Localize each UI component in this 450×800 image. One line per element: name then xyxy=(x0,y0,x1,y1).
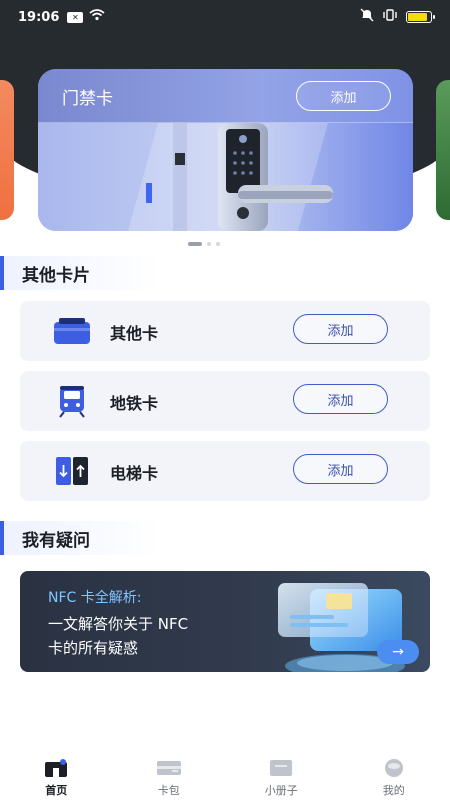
tab-mine-label: 我的 xyxy=(382,784,405,797)
status-time: 19:06 xyxy=(18,9,60,25)
carousel-dot-3[interactable] xyxy=(216,242,220,246)
mute-icon xyxy=(360,8,374,26)
elevator-card-add-button[interactable]: 添加 xyxy=(293,454,388,484)
card-row-label: 电梯卡 xyxy=(110,464,159,483)
faq-banner-line-2: 卡的所有疑惑 xyxy=(48,639,139,657)
metro-card-add-button[interactable]: 添加 xyxy=(293,384,388,414)
door-lock-illustration xyxy=(38,123,413,231)
card-row-elevator[interactable]: 电梯卡 添加 xyxy=(20,441,430,501)
card-row-metro[interactable]: 地铁卡 添加 xyxy=(20,371,430,431)
tab-wallet[interactable]: 卡包 xyxy=(113,750,226,800)
tab-booklet-label: 小册子 xyxy=(264,784,298,797)
faq-banner-heading: NFC 卡全解析: xyxy=(48,590,142,606)
faq-open-arrow-button[interactable]: → xyxy=(377,640,419,664)
wifi-icon xyxy=(89,9,105,25)
bottom-tab-bar: 首页 卡包 小册子 我的 xyxy=(0,750,450,800)
faq-section-title: 我有疑问 xyxy=(0,521,160,555)
carousel-dot-1[interactable] xyxy=(188,242,202,246)
tab-booklet[interactable]: 小册子 xyxy=(225,750,338,800)
carousel-indicator xyxy=(188,242,220,246)
card-row-label: 其他卡 xyxy=(110,324,159,343)
other-cards-section-title: 其他卡片 xyxy=(0,256,160,290)
card-row-other[interactable]: 其他卡 添加 xyxy=(20,301,430,361)
tab-mine[interactable]: 我的 xyxy=(338,750,450,800)
battery-level xyxy=(408,13,427,21)
notification-icon: ✕ xyxy=(67,11,84,23)
tab-home-label: 首页 xyxy=(45,784,68,797)
wallet-icon xyxy=(156,758,182,778)
elevator-icon xyxy=(52,453,92,489)
tab-wallet-label: 卡包 xyxy=(157,784,180,797)
card-icon xyxy=(52,313,92,349)
battery-icon xyxy=(406,11,435,23)
access-card-banner[interactable]: 门禁卡 添加 xyxy=(38,69,413,231)
access-card-title: 门禁卡 xyxy=(62,89,113,109)
profile-icon xyxy=(381,758,407,778)
faq-banner-line-1: 一文解答你关于 NFC xyxy=(48,615,189,633)
vibrate-icon xyxy=(382,9,398,25)
metro-train-icon xyxy=(52,383,92,419)
carousel-dot-2[interactable] xyxy=(207,242,211,246)
card-row-label: 地铁卡 xyxy=(110,394,159,413)
other-card-add-button[interactable]: 添加 xyxy=(293,314,388,344)
notification-badge-glyph: ✕ xyxy=(72,12,79,22)
nfc-faq-banner[interactable]: NFC 卡全解析: 一文解答你关于 NFC 卡的所有疑惑 → xyxy=(20,571,430,672)
carousel-prev-card[interactable] xyxy=(0,80,14,220)
access-card-add-button[interactable]: 添加 xyxy=(296,81,391,111)
tab-home[interactable]: 首页 xyxy=(0,750,113,800)
carousel-next-card[interactable] xyxy=(436,80,450,220)
home-icon xyxy=(43,758,69,778)
booklet-icon xyxy=(268,758,294,778)
arrow-right-icon: → xyxy=(392,644,404,660)
status-bar: 19:06 ✕ xyxy=(0,0,450,34)
